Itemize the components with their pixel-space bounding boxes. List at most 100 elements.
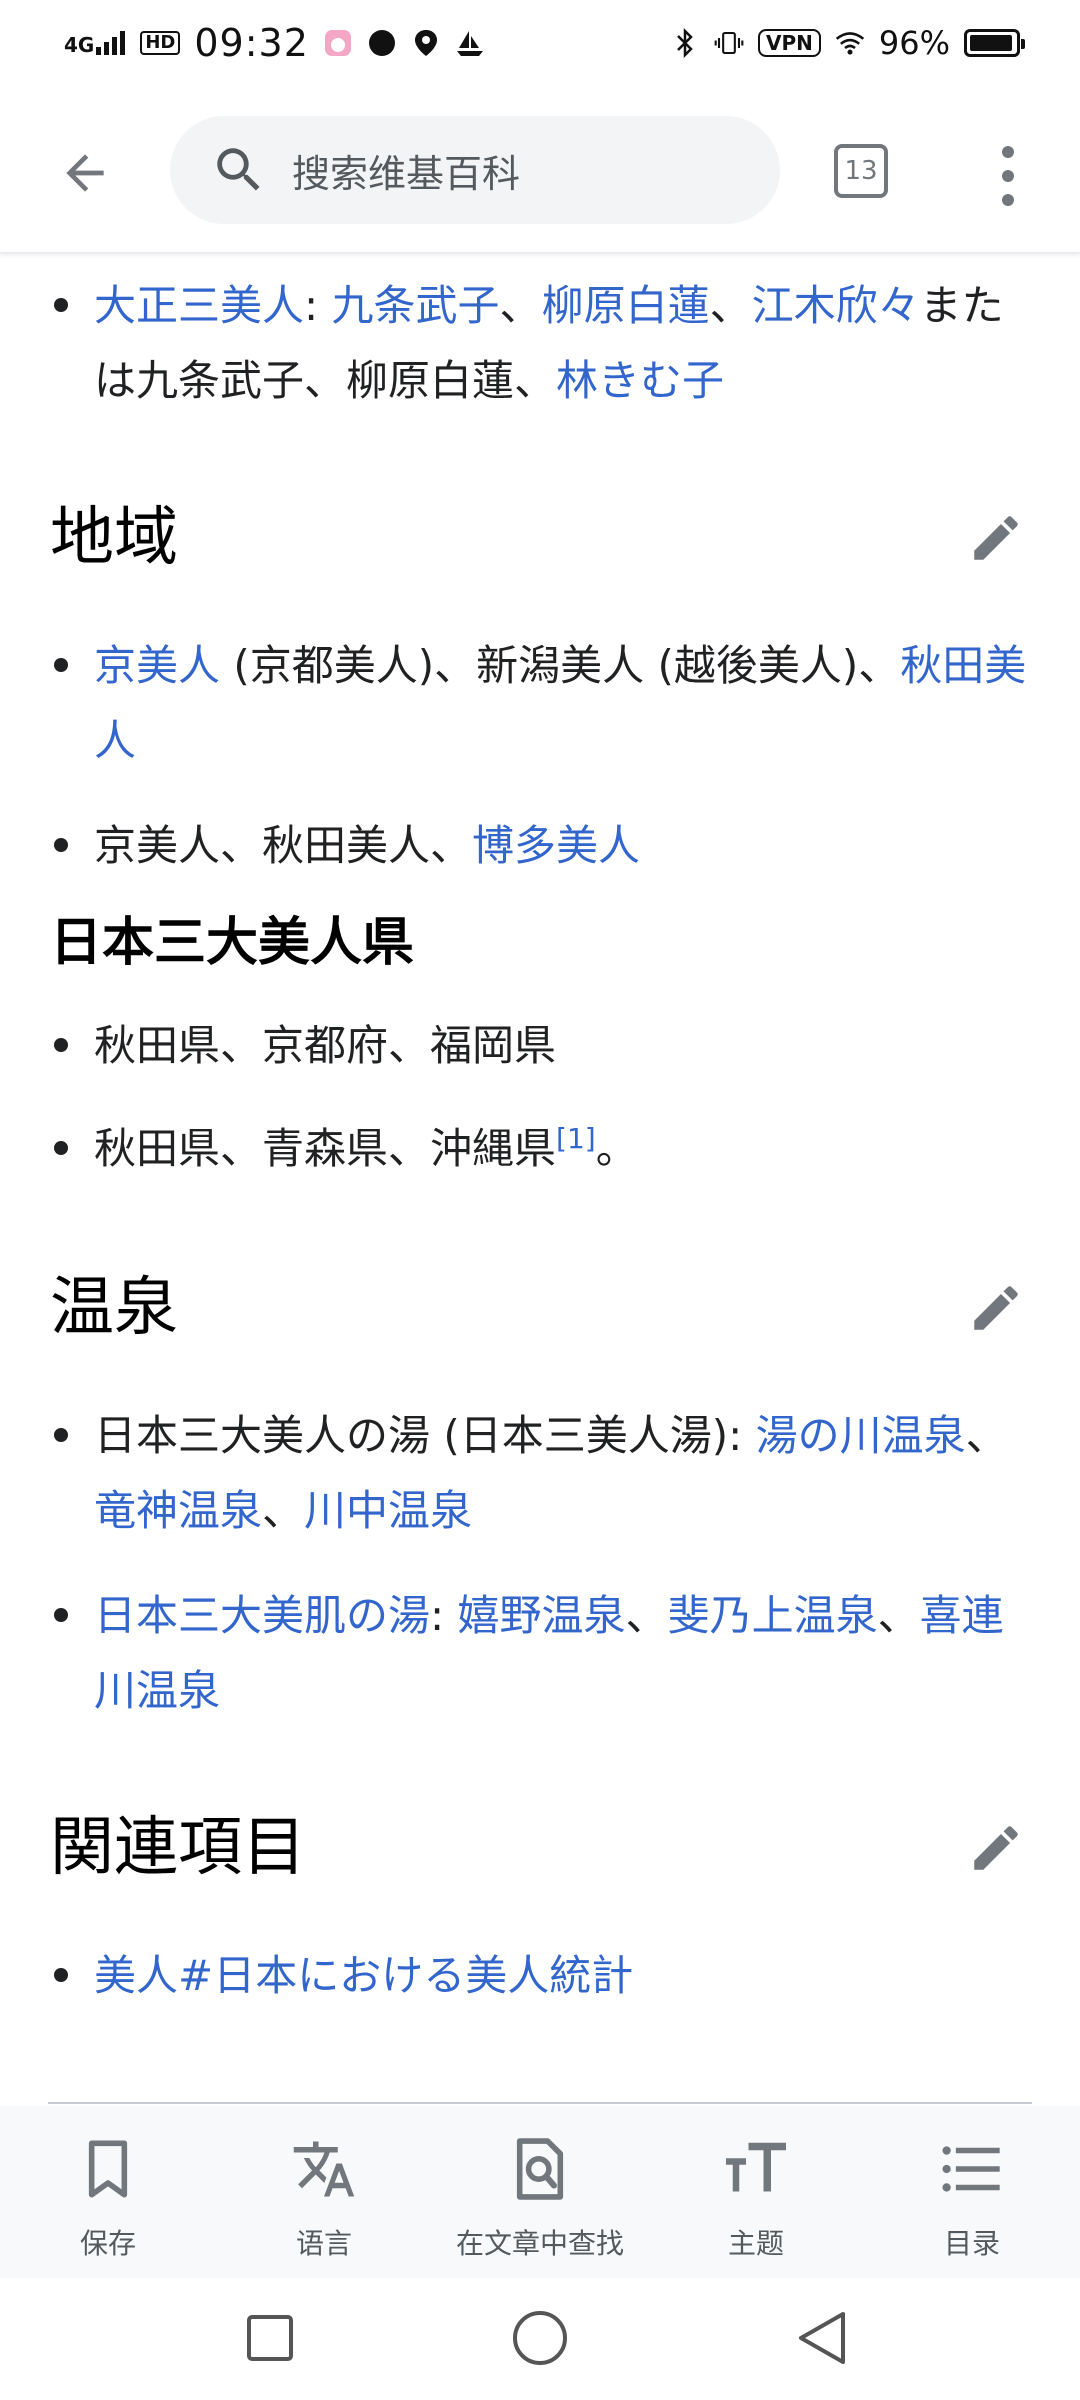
link-bihada-no-yu[interactable]: 日本三大美肌の湯: [94, 1591, 430, 1640]
battery-percent: 96%: [878, 24, 950, 62]
section-heading-related: 関連項目: [50, 1811, 306, 1885]
list-item: 秋田県、青森県、沖縄県[1]。: [54, 1111, 1034, 1186]
toolbar-label: 主题: [727, 2227, 784, 2260]
list-item: 秋田県、京都府、福岡県: [54, 1008, 1034, 1083]
status-bar: 4G HD 09:32 VPN 96%: [0, 0, 1080, 86]
text-separator: 、: [625, 1591, 668, 1640]
link-kujo-takeko[interactable]: 九条武子: [332, 281, 500, 330]
arrow-back-icon: [66, 154, 104, 192]
link-hakata-bijin[interactable]: 博多美人: [472, 821, 640, 870]
toolbar-label: 目录: [943, 2227, 1000, 2260]
text-segment: 日本三大美人の湯 (日本三美人湯):: [94, 1411, 756, 1460]
tab-count: 13: [844, 156, 878, 186]
signal-icon: 4G: [64, 31, 126, 55]
status-left: 4G HD 09:32: [64, 21, 485, 65]
section-heading-onsen: 温泉: [50, 1271, 178, 1345]
vibrate-icon: [714, 28, 744, 58]
clock: 09:32: [194, 21, 309, 65]
link-taisho-sanbijin[interactable]: 大正三美人: [94, 281, 304, 330]
link-kawanaka-onsen[interactable]: 川中温泉: [304, 1486, 472, 1535]
circle-icon: [513, 2311, 567, 2365]
reference-link[interactable]: [1]: [556, 1122, 596, 1155]
back-button[interactable]: [50, 138, 120, 208]
text-separator: :: [430, 1591, 458, 1640]
list-item: 京美人、秋田美人、博多美人: [54, 808, 1034, 883]
toolbar-label: 语言: [295, 2227, 352, 2260]
find-in-page-icon: [505, 2134, 575, 2204]
link-akita-bijin[interactable]: 秋: [900, 641, 942, 690]
search-icon: [217, 148, 260, 191]
text-segment: (京都美人)、新潟美人 (越後美人)、: [220, 641, 901, 690]
text-separator: 、: [499, 281, 542, 330]
app-notification-icon: [323, 28, 353, 58]
home-button[interactable]: [508, 2306, 572, 2370]
tabs-button[interactable]: 13: [834, 144, 888, 198]
back-nav-button[interactable]: [790, 2306, 854, 2370]
text-separator: :: [304, 281, 332, 330]
list-item: 京美人 (京都美人)、新潟美人 (越後美人)、秋田美人: [54, 628, 1034, 778]
toolbar-label: 保存: [79, 2227, 136, 2260]
link-kyobijin[interactable]: 京美人: [94, 641, 220, 690]
compass-icon: [367, 28, 397, 58]
link-kitsuregawa-onsen[interactable]: 喜: [920, 1591, 962, 1640]
link-bijin-statistics[interactable]: 美人#日本における美人統計: [94, 1951, 633, 2000]
link-hinokami-onsen[interactable]: 斐乃上温泉: [668, 1591, 878, 1640]
find-in-page-button[interactable]: 在文章中查找: [432, 2106, 648, 2278]
language-button[interactable]: 语言: [216, 2106, 432, 2278]
text-segment: 。: [595, 1124, 638, 1173]
theme-button[interactable]: 主题: [648, 2106, 864, 2278]
text-separator: 、: [877, 1591, 920, 1640]
text-separator: 、: [709, 281, 752, 330]
link-yunokawa-onsen-cont[interactable]: 泉: [924, 1411, 966, 1460]
bluetooth-icon: [670, 27, 700, 59]
search-placeholder: 搜索维基百科: [292, 151, 521, 196]
text-size-icon: [721, 2134, 791, 2204]
section-heading-region: 地域: [50, 501, 178, 575]
bookmark-icon: [73, 2134, 143, 2204]
link-yunokawa-onsen[interactable]: 湯の川温: [756, 1411, 924, 1460]
table-of-contents-button[interactable]: 目录: [864, 2106, 1080, 2278]
more-vert-icon-dot: [1002, 194, 1014, 206]
text-segment: 京美人、秋田美人、: [94, 821, 473, 870]
link-ureshino-onsen[interactable]: 嬉野温泉: [458, 1591, 626, 1640]
more-vert-icon: [1002, 146, 1014, 158]
toolbar-label: 在文章中查找: [455, 2227, 624, 2260]
link-yanagiwara-byakuren[interactable]: 柳原白蓮: [542, 281, 710, 330]
link-ryujin-onsen[interactable]: 竜神温泉: [94, 1486, 262, 1535]
bottom-toolbar: 保存 语言 在文章中查找 主题 目录: [0, 2106, 1080, 2278]
text-segment: 秋田県、京都府、福岡県: [94, 1021, 557, 1070]
subheading-three-prefectures: 日本三大美人県: [50, 913, 415, 973]
top-app-bar: 搜索维基百科 13: [0, 86, 1080, 254]
edit-section-region-button[interactable]: [966, 508, 1026, 568]
square-icon: [247, 2315, 293, 2361]
pencil-icon: [974, 516, 1018, 560]
translate-icon: [289, 2134, 359, 2204]
status-right: VPN 96%: [670, 24, 1025, 62]
battery-icon: [964, 29, 1025, 57]
hd-badge: HD: [140, 31, 181, 55]
system-nav-bar: [0, 2278, 1080, 2400]
vpn-badge: VPN: [758, 29, 821, 57]
pencil-icon: [974, 1286, 1018, 1330]
content-divider: [48, 2102, 1032, 2104]
list-item: 日本三大美人の湯 (日本三美人湯): 湯の川温泉、竜神温泉、川中温泉: [54, 1398, 1034, 1548]
battery-fill: [970, 35, 1013, 51]
save-button[interactable]: 保存: [0, 2106, 216, 2278]
list-icon: [937, 2134, 1007, 2204]
list-item: 美人#日本における美人統計: [54, 1938, 1034, 2013]
text-separator: 、: [262, 1486, 305, 1535]
more-vert-icon-dot: [1002, 170, 1014, 182]
list-item: 大正三美人: 九条武子、柳原白蓮、江木欣々または九条武子、柳原白蓮、林きむ子: [54, 268, 1034, 418]
link-hayashi-kimuko[interactable]: 林きむ子: [556, 356, 724, 405]
wifi-icon: [835, 28, 865, 58]
edit-section-related-button[interactable]: [966, 1818, 1026, 1878]
link-egi-kinkin[interactable]: 江木欣々: [752, 281, 920, 330]
recents-button[interactable]: [238, 2306, 302, 2370]
text-separator: 、: [965, 1411, 1008, 1460]
search-input[interactable]: 搜索维基百科: [170, 116, 780, 224]
triangle-back-icon: [799, 2312, 845, 2364]
boat-icon: [455, 28, 485, 58]
edit-section-onsen-button[interactable]: [966, 1278, 1026, 1338]
pencil-icon: [974, 1826, 1018, 1870]
more-options-button[interactable]: [990, 146, 1026, 206]
